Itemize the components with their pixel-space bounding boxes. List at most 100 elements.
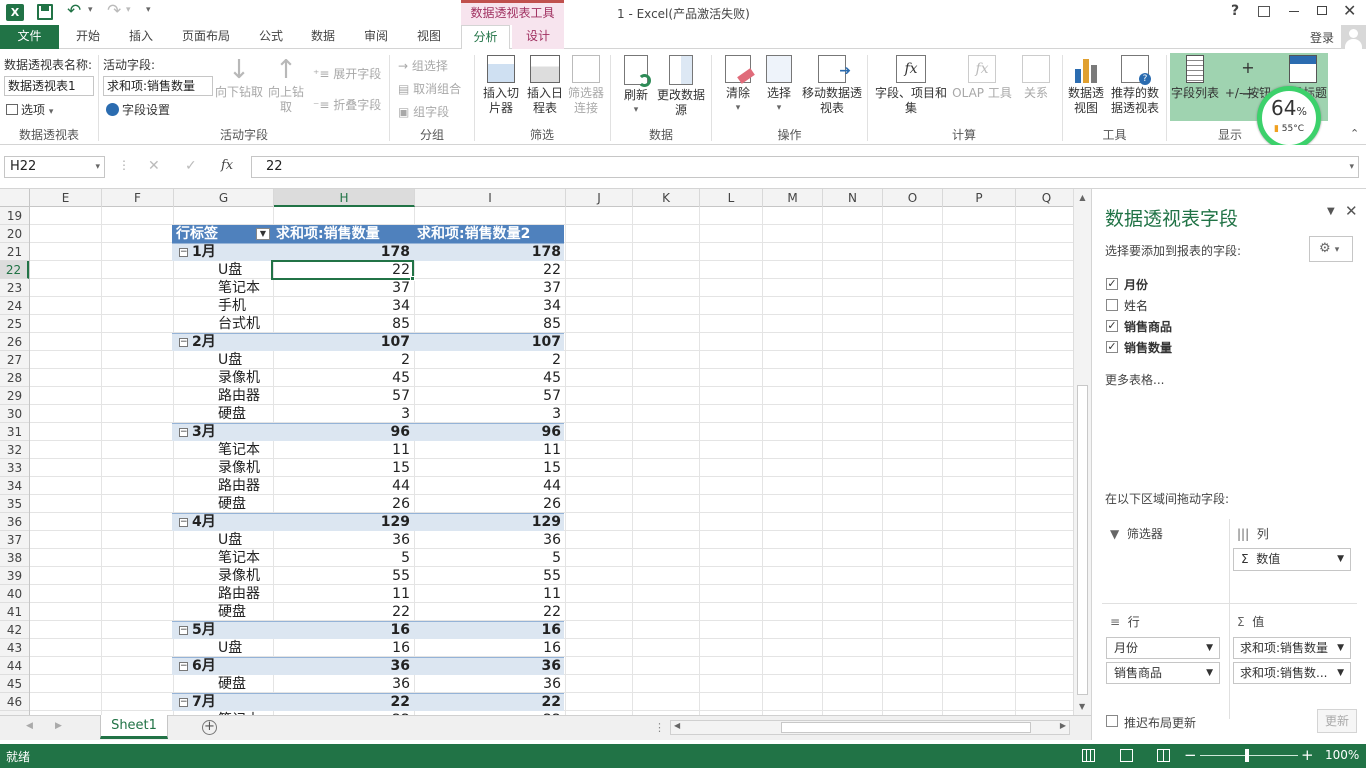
column-header[interactable]: P	[943, 189, 1016, 207]
pivot-group-value[interactable]: 178	[272, 243, 413, 261]
pivot-item-value[interactable]: 57	[413, 387, 564, 405]
pivot-item-label[interactable]: 路由器	[218, 477, 272, 495]
zoom-slider[interactable]	[1200, 755, 1298, 756]
pivot-item-value[interactable]: 22	[413, 603, 564, 621]
pivot-item-value[interactable]: 34	[272, 297, 413, 315]
redo-icon[interactable]: ↷	[107, 1, 121, 21]
column-header[interactable]: Q	[1016, 189, 1078, 207]
panel-close-icon[interactable]: ✕	[1345, 202, 1358, 220]
pivot-header-row-labels[interactable]: 行标签 ▼	[172, 225, 272, 243]
name-box-dropdown-icon[interactable]: ▾	[95, 157, 100, 177]
pivot-group-value[interactable]: 96	[413, 423, 564, 441]
next-sheet-icon[interactable]: ▶	[55, 721, 62, 731]
insert-timeline-button[interactable]: 插入日程表	[524, 55, 566, 116]
vertical-scrollbar[interactable]: ▲ ▼	[1073, 189, 1091, 715]
pivot-group-label[interactable]: 7月	[192, 693, 272, 711]
minimize-icon[interactable]	[1289, 11, 1299, 12]
column-header[interactable]: K	[633, 189, 700, 207]
values-item-sum1[interactable]: 求和项:销售数量 ▼	[1233, 637, 1351, 659]
field-label[interactable]: 销售数量	[1124, 339, 1172, 356]
pivot-item-value[interactable]: 26	[272, 495, 413, 513]
active-field-input[interactable]: 求和项:销售数量	[103, 76, 213, 96]
pivot-item-label[interactable]: 录像机	[218, 459, 272, 477]
name-box[interactable]: H22 ▾	[4, 156, 105, 178]
pivot-header-sum1[interactable]: 求和项:销售数量	[272, 225, 413, 243]
pivot-item-label[interactable]: U盘	[218, 531, 272, 549]
change-source-button[interactable]: 更改数据源	[657, 55, 705, 118]
scroll-up-icon[interactable]: ▲	[1074, 193, 1091, 202]
row-header[interactable]: 39	[0, 567, 29, 585]
pivot-item-label[interactable]: 硬盘	[218, 675, 272, 693]
customize-qat-icon[interactable]: ▾	[146, 5, 151, 15]
column-header[interactable]: L	[700, 189, 763, 207]
page-break-view-icon[interactable]	[1157, 749, 1170, 762]
collapse-toggle-icon[interactable]: −	[179, 626, 188, 635]
tab-file[interactable]: 文件	[0, 25, 59, 49]
column-header[interactable]: G	[174, 189, 274, 207]
pivot-item-value[interactable]: 11	[272, 441, 413, 459]
pivot-item-label[interactable]: 笔记本	[218, 279, 272, 297]
insert-slicer-button[interactable]: 插入切片器	[480, 55, 522, 116]
column-header[interactable]: O	[883, 189, 943, 207]
update-button[interactable]: 更新	[1317, 709, 1357, 733]
pivot-item-value[interactable]: 85	[413, 315, 564, 333]
worksheet-grid[interactable]: 行标签 ▼ 求和项:销售数量 求和项:销售数量2 1月 −178 178 U盘 22 22 笔记本 3…	[30, 207, 1073, 715]
pivot-group-value[interactable]: 16	[413, 621, 564, 639]
insert-function-icon[interactable]: fx	[221, 158, 233, 173]
zoom-out-icon[interactable]: −	[1184, 746, 1197, 764]
signin-link[interactable]: 登录	[1310, 29, 1334, 46]
pivot-item-value[interactable]: 15	[413, 459, 564, 477]
pivot-item-value[interactable]: 11	[413, 585, 564, 603]
row-header[interactable]: 35	[0, 495, 29, 513]
row-header[interactable]: 46	[0, 693, 29, 711]
field-checkbox[interactable]	[1106, 299, 1118, 311]
field-list-button[interactable]: 字段列表	[1170, 55, 1220, 101]
pivot-group-value[interactable]: 129	[413, 513, 564, 531]
tab-split-handle-icon[interactable]: ⋮	[654, 721, 665, 734]
fields-items-sets-button[interactable]: fx 字段、项目和集	[873, 55, 949, 116]
pivot-item-value[interactable]: 3	[413, 405, 564, 423]
pivot-item-value[interactable]: 5	[272, 549, 413, 567]
row-header[interactable]: 23	[0, 279, 29, 297]
pivot-item-value[interactable]: 11	[413, 441, 564, 459]
pivot-item-value[interactable]: 15	[272, 459, 413, 477]
row-header[interactable]: 34	[0, 477, 29, 495]
row-header[interactable]: 43	[0, 639, 29, 657]
options-button[interactable]: 选项 ▾	[6, 101, 53, 118]
pivot-group-value[interactable]: 22	[272, 693, 413, 711]
column-header[interactable]: M	[763, 189, 823, 207]
olap-tools-button[interactable]: fx OLAP 工具	[951, 55, 1013, 101]
column-header[interactable]: H	[274, 189, 415, 207]
pivot-item-label[interactable]: 笔记本	[218, 441, 272, 459]
page-layout-view-icon[interactable]	[1120, 749, 1133, 762]
row-header[interactable]: 38	[0, 549, 29, 567]
active-cell[interactable]	[271, 260, 414, 280]
rows-item-product[interactable]: 销售商品 ▼	[1106, 662, 1220, 684]
pivot-item-value[interactable]: 85	[272, 315, 413, 333]
zoom-level[interactable]: 100%	[1325, 748, 1359, 762]
column-header[interactable]: E	[30, 189, 102, 207]
tab-formulas[interactable]: 公式	[247, 25, 295, 49]
pivot-item-value[interactable]: 16	[413, 639, 564, 657]
row-header[interactable]: 33	[0, 459, 29, 477]
pivot-item-label[interactable]: 笔记本	[218, 549, 272, 567]
pivot-header-sum2[interactable]: 求和项:销售数量2	[413, 225, 564, 243]
field-checkbox[interactable]: ✓	[1106, 341, 1118, 353]
clear-button[interactable]: 清除 ▾	[719, 55, 757, 116]
field-settings-button[interactable]: 字段设置	[106, 101, 170, 118]
cancel-entry-icon[interactable]: ✕	[148, 158, 160, 174]
row-header[interactable]: 40	[0, 585, 29, 603]
pivot-item-label[interactable]: 硬盘	[218, 603, 272, 621]
pivot-group-label[interactable]: 2月	[192, 333, 272, 351]
field-label[interactable]: 姓名	[1124, 297, 1148, 314]
pivot-item-value[interactable]: 57	[272, 387, 413, 405]
values-item-sum2[interactable]: 求和项:销售数... ▼	[1233, 662, 1351, 684]
collapse-toggle-icon[interactable]: −	[179, 698, 188, 707]
tab-insert[interactable]: 插入	[116, 25, 166, 49]
zoom-slider-thumb[interactable]	[1245, 749, 1249, 762]
row-header[interactable]: 32	[0, 441, 29, 459]
pivot-item-label[interactable]: 硬盘	[218, 495, 272, 513]
expand-field-button[interactable]: ⁺≡ 展开字段	[313, 65, 381, 82]
row-header[interactable]: 20	[0, 225, 29, 243]
pivot-item-value[interactable]: 36	[272, 531, 413, 549]
